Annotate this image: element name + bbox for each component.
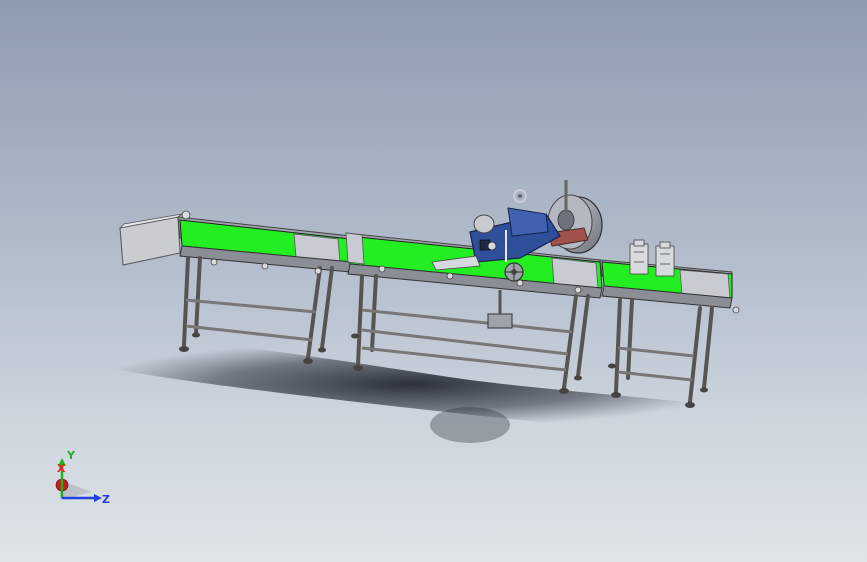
x-axis-label: X — [57, 462, 66, 475]
z-axis-label: Z — [102, 493, 110, 506]
y-axis-label: Y — [66, 449, 76, 462]
axis-triad: X Y Z — [55, 449, 110, 506]
cad-viewport[interactable]: X Y Z — [0, 0, 867, 562]
